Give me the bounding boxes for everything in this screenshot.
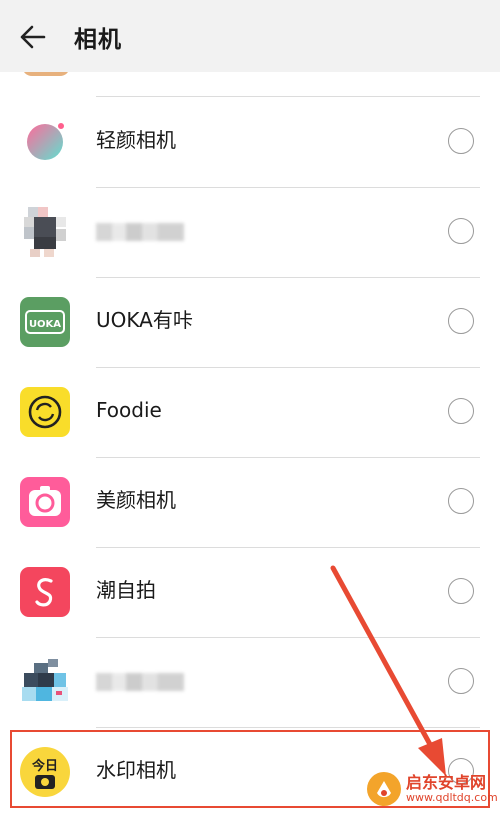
pixelated-app-icon (20, 207, 70, 257)
pixelated-app-icon (20, 659, 70, 709)
qingyan-camera-icon (20, 117, 70, 167)
chaozipai-icon (20, 567, 70, 617)
radio-button[interactable] (448, 128, 474, 154)
watermark-title: 启东安卓网 (406, 773, 487, 792)
list-item[interactable] (0, 187, 500, 277)
list-item[interactable]: Foodie (0, 367, 500, 457)
camera-app-list: 轻颜相机 UOKA UOKA有咔 Foodie 美颜相机 潮自拍 今日 水印相机 (0, 0, 500, 815)
list-item[interactable]: 美颜相机 (0, 457, 500, 547)
app-name: 美颜相机 (96, 488, 176, 512)
foodie-icon (20, 387, 70, 437)
meiyan-camera-icon (20, 477, 70, 527)
radio-button[interactable] (448, 578, 474, 604)
list-item[interactable]: 轻颜相机 (0, 97, 500, 187)
arrow-left-icon (20, 25, 46, 49)
radio-button[interactable] (448, 308, 474, 334)
radio-button[interactable] (448, 218, 474, 244)
app-name: Foodie (96, 398, 162, 422)
site-watermark: 启东安卓网 www.qdltdq.com (364, 765, 498, 811)
uoka-icon-text: UOKA (29, 319, 61, 330)
watermark-url: www.qdltdq.com (406, 791, 498, 804)
uoka-icon: UOKA (20, 297, 70, 347)
app-header: 相机 (0, 0, 500, 72)
app-name: 潮自拍 (96, 578, 156, 602)
watermark-icon-text: 今日 (31, 758, 58, 774)
list-item[interactable]: 潮自拍 (0, 547, 500, 637)
app-name: UOKA有咔 (96, 308, 193, 332)
radio-button[interactable] (448, 488, 474, 514)
list-item[interactable]: UOKA UOKA有咔 (0, 277, 500, 367)
watermark-camera-icon: 今日 (20, 747, 70, 797)
obscured-app-name (96, 223, 184, 241)
obscured-app-name (96, 673, 184, 691)
app-name: 轻颜相机 (96, 128, 176, 152)
radio-button[interactable] (448, 398, 474, 424)
back-button[interactable] (14, 18, 52, 56)
page-title: 相机 (74, 27, 122, 53)
list-item[interactable] (0, 637, 500, 727)
watermark-logo-icon (367, 772, 401, 806)
radio-button[interactable] (448, 668, 474, 694)
app-name: 水印相机 (96, 758, 176, 782)
